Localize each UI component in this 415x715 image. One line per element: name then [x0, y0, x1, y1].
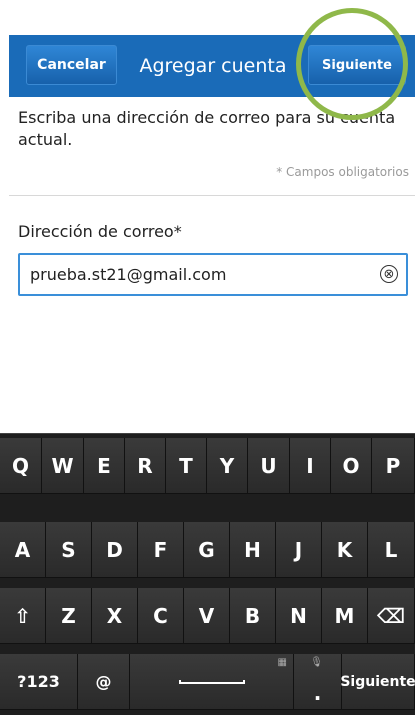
key-v[interactable]: V — [184, 588, 230, 644]
key-a[interactable]: A — [0, 522, 46, 578]
key-u[interactable]: U — [248, 438, 290, 494]
key-t[interactable]: T — [166, 438, 207, 494]
key-b[interactable]: B — [230, 588, 276, 644]
key-y[interactable]: Y — [207, 438, 248, 494]
key-c[interactable]: C — [138, 588, 184, 644]
dot-key[interactable]: 🎙 . — [294, 654, 342, 710]
clear-icon[interactable]: ⊗ — [380, 265, 398, 283]
key-p[interactable]: P — [372, 438, 415, 494]
key-l[interactable]: L — [368, 522, 415, 578]
key-h[interactable]: H — [230, 522, 276, 578]
highlight-ring — [296, 8, 408, 120]
email-label: Dirección de correo* — [18, 222, 182, 241]
key-e[interactable]: E — [84, 438, 125, 494]
key-g[interactable]: G — [184, 522, 230, 578]
key-r[interactable]: R — [125, 438, 166, 494]
keyboard-icon: ▦ — [277, 657, 287, 668]
divider — [9, 195, 415, 196]
key-n[interactable]: N — [276, 588, 322, 644]
backspace-key[interactable]: ⌫ — [368, 588, 415, 644]
key-d[interactable]: D — [92, 522, 138, 578]
key-z[interactable]: Z — [46, 588, 92, 644]
email-field[interactable]: prueba.st21@gmail.com ⊗ — [18, 253, 408, 296]
key-i[interactable]: I — [290, 438, 331, 494]
space-bar-icon — [178, 679, 245, 684]
key-f[interactable]: F — [138, 522, 184, 578]
page-title: Agregar cuenta — [139, 55, 287, 77]
email-value[interactable]: prueba.st21@gmail.com — [30, 255, 226, 294]
shift-key[interactable]: ⇧ — [0, 588, 46, 644]
key-s[interactable]: S — [46, 522, 92, 578]
key-j[interactable]: J — [276, 522, 322, 578]
required-fields-note: * Campos obligatorios — [276, 165, 409, 179]
key-k[interactable]: K — [322, 522, 368, 578]
dot-label: . — [313, 680, 322, 705]
key-w[interactable]: W — [42, 438, 84, 494]
key-m[interactable]: M — [322, 588, 368, 644]
space-key[interactable]: ▦ — [130, 654, 294, 710]
key-q[interactable]: Q — [0, 438, 42, 494]
symbols-key[interactable]: ?123 — [0, 654, 78, 710]
key-x[interactable]: X — [92, 588, 138, 644]
enter-key[interactable]: Siguiente — [340, 654, 415, 710]
virtual-keyboard: Q W E R T Y U I O P A S D F G H J K L ⇧ … — [0, 433, 415, 715]
at-key[interactable]: @ — [78, 654, 130, 710]
key-o[interactable]: O — [331, 438, 372, 494]
microphone-icon: 🎙 — [310, 657, 323, 668]
cancel-button[interactable]: Cancelar — [26, 45, 117, 85]
